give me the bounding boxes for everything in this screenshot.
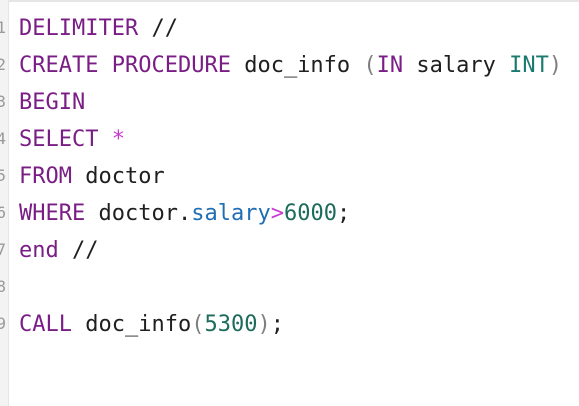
- type-token: INT: [509, 53, 549, 78]
- line-number: 2: [0, 55, 6, 74]
- line-number: 9: [0, 314, 6, 333]
- table-name: doctor: [98, 201, 178, 226]
- line-number: 1: [0, 18, 6, 37]
- keyword: IN: [376, 53, 404, 78]
- code-line[interactable]: DELIMITER //: [19, 10, 579, 47]
- dot-token: .: [177, 201, 192, 226]
- procedure-name: doc_info: [85, 312, 192, 337]
- keyword: WHERE: [19, 201, 86, 226]
- paren-close: ): [257, 312, 271, 337]
- code-line[interactable]: WHERE doctor.salary>6000;: [19, 195, 579, 232]
- paren-close: ): [548, 53, 563, 78]
- code-text-area[interactable]: DELIMITER // CREATE PROCEDURE doc_info (…: [19, 10, 579, 343]
- operator-token: >: [270, 201, 284, 226]
- delimiter-token: //: [138, 16, 178, 41]
- keyword: BEGIN: [19, 90, 86, 115]
- procedure-name: doc_info: [244, 53, 351, 78]
- code-line[interactable]: end //: [19, 232, 579, 269]
- table-name: doctor: [85, 164, 165, 189]
- keyword: FROM: [19, 164, 72, 189]
- code-line[interactable]: SELECT *: [19, 121, 579, 158]
- keyword: CALL: [19, 312, 72, 337]
- code-line[interactable]: FROM doctor: [19, 158, 579, 195]
- keyword: CREATE: [19, 53, 99, 78]
- wildcard-token: *: [111, 127, 125, 152]
- number-literal: 6000: [283, 201, 337, 226]
- column-name: salary: [191, 201, 271, 226]
- parameter-name: salary: [416, 53, 496, 78]
- line-number: 5: [0, 166, 6, 185]
- editor-top-border: [0, 0, 579, 2]
- line-number: 4: [0, 129, 6, 148]
- code-editor[interactable]: 1 2 3 4 5 6 7 8 9 DELIMITER // CREATE PR…: [0, 0, 579, 406]
- delimiter-token: //: [58, 238, 99, 263]
- paren-open: (: [363, 53, 377, 78]
- line-number: 3: [0, 92, 6, 111]
- line-number: 6: [0, 203, 6, 222]
- keyword: end: [19, 238, 59, 263]
- code-line[interactable]: CALL doc_info(5300);: [19, 306, 579, 343]
- keyword: SELECT: [19, 127, 99, 152]
- line-number: 8: [0, 277, 6, 296]
- semicolon-token: ;: [336, 201, 351, 226]
- line-number-gutter: 1 2 3 4 5 6 7 8 9: [0, 0, 9, 406]
- code-line[interactable]: CREATE PROCEDURE doc_info (IN salary INT…: [19, 47, 579, 84]
- keyword: PROCEDURE: [111, 53, 231, 78]
- paren-open: (: [191, 312, 205, 337]
- code-line[interactable]: [19, 269, 579, 306]
- keyword: DELIMITER: [19, 16, 139, 41]
- semicolon-token: ;: [270, 312, 284, 337]
- number-literal: 5300: [204, 312, 258, 337]
- code-line[interactable]: BEGIN: [19, 84, 579, 121]
- line-number: 7: [0, 240, 6, 259]
